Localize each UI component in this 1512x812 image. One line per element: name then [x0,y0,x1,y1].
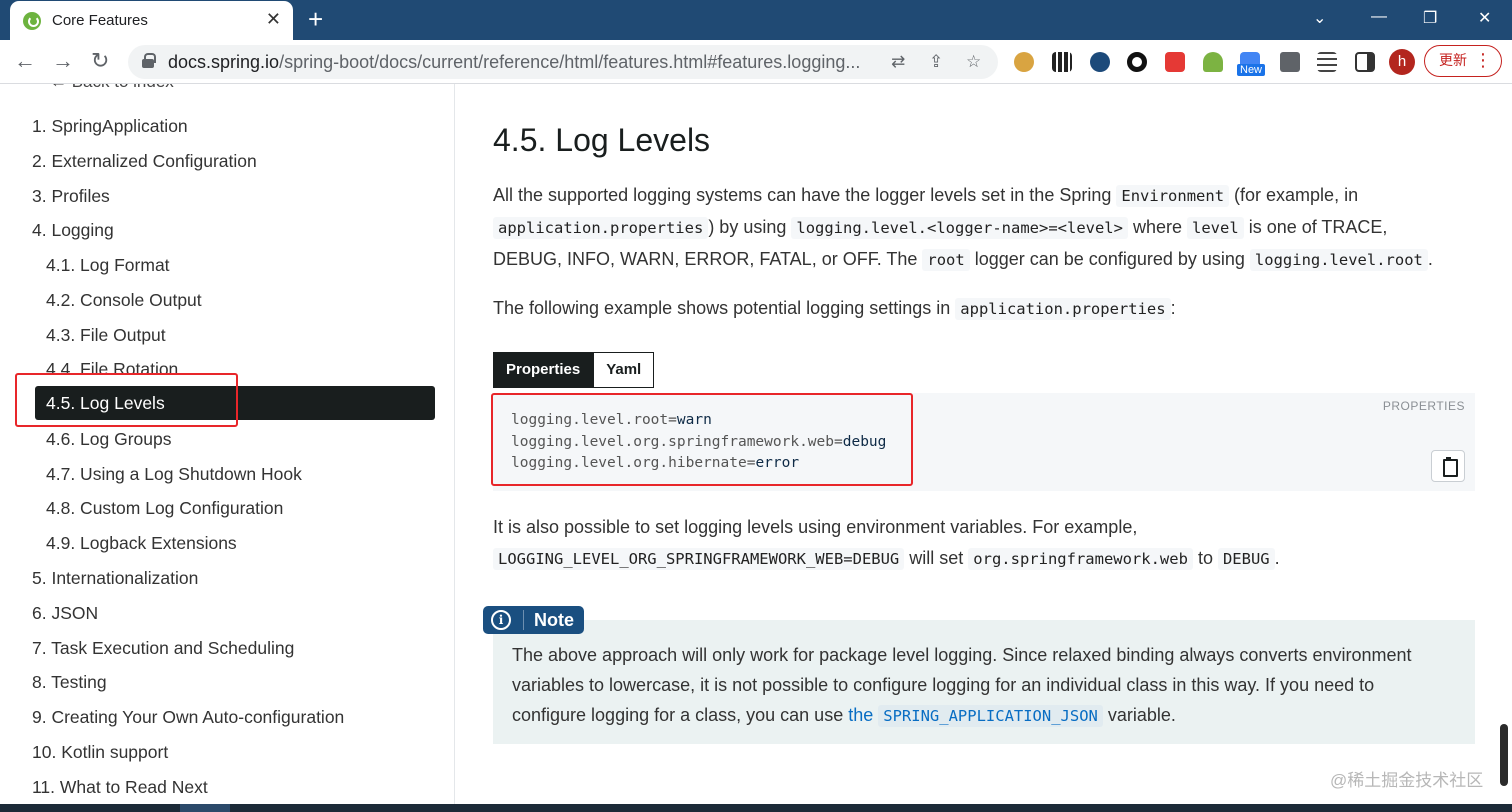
toc-item-file-rotation[interactable]: 4.4. File Rotation [46,352,178,386]
qr-code-extension-icon[interactable] [1052,52,1072,72]
url-text: docs.spring.io/spring-boot/docs/current/… [168,52,861,72]
android-extension-icon[interactable] [1203,52,1223,72]
note-label: i Note [483,606,584,634]
toc-item-internationalization[interactable]: 5. Internationalization [32,561,198,595]
bookmark-star-icon[interactable]: ☆ [966,52,981,72]
paragraph-log-levels-intro: All the supported logging systems can ha… [493,185,1433,271]
new-badge: New [1237,64,1266,76]
spring-logo-icon [23,12,41,30]
toc-item-what-to-read-next[interactable]: 11. What to Read Next [32,770,208,804]
toc-sidebar: ← Back to index 1. SpringApplication 2. … [0,84,455,804]
translate-icon[interactable]: ⇄ [891,52,905,72]
toc-item-externalized-configuration[interactable]: 2. Externalized Configuration [32,144,257,178]
note-label-text: Note [534,610,574,630]
toc-item-log-groups[interactable]: 4.6. Log Groups [46,422,172,456]
update-button[interactable]: 更新 [1424,45,1502,77]
tab-title: Core Features [52,12,148,29]
spring-application-json-link[interactable]: the SPRING_APPLICATION_JSON [848,705,1103,727]
browser-tab-bar: Core Features ✕ + ⌄ — ❐ ✕ [0,0,1512,40]
paragraph-env-variables: It is also possible to set logging level… [493,517,1280,570]
tab-search-chevron-icon[interactable]: ⌄ [1313,8,1326,28]
extensions-puzzle-icon[interactable] [1280,52,1300,72]
toc-item-json[interactable]: 6. JSON [32,596,98,630]
browser-tab-core-features[interactable]: Core Features ✕ [10,1,293,40]
toc-item-log-shutdown-hook[interactable]: 4.7. Using a Log Shutdown Hook [46,457,302,491]
new-tab-button[interactable]: + [308,5,323,33]
note-text: The above approach will only work for pa… [512,645,1412,727]
forward-arrow-icon[interactable]: → [52,48,74,74]
tab-properties[interactable]: Properties [493,352,594,388]
copy-clipboard-icon[interactable] [1431,450,1465,482]
code-line: logging.level.org.hibernate=error [511,455,800,471]
toc-item-console-output[interactable]: 4.2. Console Output [46,283,202,317]
check-extension-icon[interactable] [1090,52,1110,72]
paragraph-example-intro: The following example shows potential lo… [493,298,1176,320]
toc-item-kotlin-support[interactable]: 10. Kotlin support [32,735,168,769]
tab-yaml[interactable]: Yaml [593,352,655,388]
cookie-extension-icon[interactable] [1014,52,1034,72]
taskbar-item[interactable] [180,804,230,812]
toc-item-springapplication[interactable]: 1. SpringApplication [32,109,188,143]
note-separator [523,610,524,630]
dice-extension-icon[interactable] [1165,52,1185,72]
toc-item-task-execution[interactable]: 7. Task Execution and Scheduling [32,631,294,665]
code-block-properties: logging.level.root=warn logging.level.or… [493,393,1475,491]
side-panel-icon[interactable] [1355,52,1375,72]
back-to-index-link[interactable]: ← Back to index [50,84,174,92]
close-window-icon[interactable]: ✕ [1478,8,1491,28]
toc-item-custom-log-configuration[interactable]: 4.8. Custom Log Configuration [46,491,283,525]
info-icon: i [491,610,511,630]
toc-item-logging[interactable]: 4. Logging [32,213,114,247]
address-bar[interactable]: docs.spring.io/spring-boot/docs/current/… [128,45,998,79]
toc-item-auto-configuration[interactable]: 9. Creating Your Own Auto-configuration [32,700,344,734]
toc-item-log-levels-active[interactable]: 4.5. Log Levels [35,386,435,420]
toc-item-profiles[interactable]: 3. Profiles [32,179,110,213]
scrollbar-thumb[interactable] [1500,724,1508,786]
share-icon[interactable]: ⇪ [929,52,943,72]
section-heading: 4.5. Log Levels [493,122,711,158]
toc-item-logback-extensions[interactable]: 4.9. Logback Extensions [46,526,237,560]
circle-extension-icon[interactable] [1127,52,1147,72]
close-tab-icon[interactable]: ✕ [266,9,281,30]
watermark: @稀土掘金技术社区 [1330,771,1484,790]
minimize-window-icon[interactable]: — [1371,8,1387,26]
profile-avatar[interactable]: h [1389,49,1415,75]
toc-item-log-format[interactable]: 4.1. Log Format [46,248,170,282]
lock-icon [142,53,156,68]
restore-window-icon[interactable]: ❐ [1423,8,1437,28]
reading-list-icon[interactable] [1317,52,1337,72]
code-line: logging.level.root=warn [511,412,712,428]
toc-item-testing[interactable]: 8. Testing [32,665,107,699]
toc-item-file-output[interactable]: 4.3. File Output [46,318,166,352]
back-arrow-icon[interactable]: ← [14,48,36,74]
code-format-tabs: Properties Yaml [493,352,655,388]
code-line: logging.level.org.springframework.web=de… [511,434,887,450]
reload-icon[interactable]: ↻ [91,48,109,74]
main-content: 4.5. Log Levels All the supported loggin… [456,84,1512,804]
code-language-label: PROPERTIES [1382,399,1465,413]
